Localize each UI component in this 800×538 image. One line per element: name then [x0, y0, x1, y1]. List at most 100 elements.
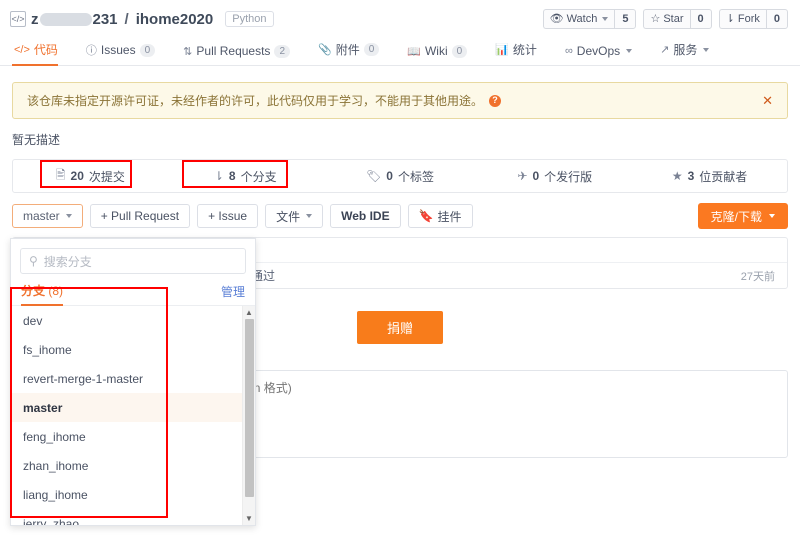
- star-count[interactable]: 0: [689, 9, 712, 29]
- branch-icon: ⇂: [213, 169, 224, 183]
- question-mark-icon[interactable]: ?: [489, 94, 502, 107]
- branch-list-item[interactable]: jerry_zhao: [11, 509, 255, 526]
- chevron-down-icon: [703, 47, 710, 52]
- donate-button[interactable]: 捐赠: [356, 311, 443, 344]
- nav-item-attachments[interactable]: 📎 附件 0: [304, 41, 393, 65]
- fork-icon: ⇂: [725, 12, 735, 25]
- eye-icon: 👁: [549, 12, 564, 25]
- branch-search-input[interactable]: ⚲ 搜索分支: [20, 248, 246, 274]
- branch-list-item[interactable]: zhan_ihome: [11, 451, 255, 480]
- repo-description: 暂无描述: [12, 133, 61, 147]
- stat-label: 次提交: [88, 169, 125, 184]
- tab-branches-label: 分支: [21, 284, 46, 298]
- stat-tags[interactable]: 🏷 0 个标签: [323, 168, 478, 185]
- branch-list-item[interactable]: liang_ihome: [11, 480, 255, 509]
- fork-count[interactable]: 0: [765, 9, 788, 29]
- license-warning-banner: 该仓库未指定开源许可证，未经作者的许可，此代码仅用于学习，不能用于其他用途。 ?…: [12, 82, 788, 119]
- nav-item-wiki[interactable]: 📖 Wiki 0: [393, 44, 481, 65]
- branch-selector-button[interactable]: master: [12, 204, 83, 228]
- stat-label: 个标签: [397, 169, 434, 184]
- close-icon[interactable]: ✕: [762, 93, 773, 109]
- redacted-owner-name: [39, 13, 92, 27]
- nav-item-services[interactable]: ↗ 服务: [646, 41, 723, 65]
- nav-item-label: 附件: [335, 43, 360, 57]
- stat-value: 0: [532, 169, 540, 183]
- file-menu-button[interactable]: 文件: [265, 204, 324, 228]
- bookmark-icon: 🔖: [418, 209, 434, 223]
- paperclip-icon: 📎: [318, 44, 332, 56]
- branch-list-item[interactable]: revert-merge-1-master: [11, 364, 255, 393]
- clone-download-label: 克隆/下载: [710, 209, 762, 224]
- nav-item-pull-requests[interactable]: ⇅ Pull Requests 2: [169, 44, 304, 65]
- star-icon: ☆: [650, 12, 661, 25]
- nav-item-issues[interactable]: ⓘ Issues 0: [72, 42, 169, 65]
- nav-item-devops[interactable]: ∞ DevOps: [551, 44, 646, 65]
- clone-download-button[interactable]: 克隆/下载: [697, 203, 788, 229]
- widget-button[interactable]: 🔖 挂件: [407, 204, 473, 228]
- chevron-down-icon: [769, 214, 775, 218]
- branch-list-item-current[interactable]: master: [11, 393, 255, 422]
- manage-branches-link[interactable]: 管理: [221, 283, 245, 305]
- stat-value: 20: [70, 169, 84, 183]
- nav-item-label: 服务: [673, 43, 698, 57]
- chevron-down-icon: [65, 214, 72, 218]
- tag-icon: 🏷: [366, 169, 382, 183]
- branch-dropdown-tabs: 分支 (8) 管理: [11, 280, 255, 306]
- search-icon: ⚲: [29, 254, 38, 268]
- nav-item-count: 0: [139, 43, 156, 57]
- book-icon: 📖: [407, 45, 421, 58]
- stat-branches[interactable]: ⇂ 8 个分支: [168, 168, 323, 185]
- contributors-icon: ★: [671, 169, 683, 183]
- watch-button[interactable]: 👁 Watch: [542, 9, 615, 29]
- triangle-down-icon[interactable]: ▼: [245, 512, 253, 525]
- repo-title: </> z 231 / ihome2020 Python: [10, 11, 274, 28]
- nav-item-count: 0: [363, 43, 380, 56]
- stat-commits[interactable]: 🖹 20 次提交: [13, 166, 168, 187]
- branch-list-scrollbar[interactable]: ▲ ▼: [242, 306, 255, 525]
- branch-list-item[interactable]: dev: [11, 306, 255, 335]
- star-button[interactable]: ☆ Star: [643, 9, 690, 29]
- stat-label: 个发行版: [544, 169, 593, 184]
- pull-request-icon: ⇅: [183, 45, 193, 58]
- star-label: Star: [663, 12, 684, 25]
- nav-item-label: Wiki: [424, 44, 448, 58]
- code-icon: </>: [14, 43, 30, 56]
- chevron-down-icon: [602, 17, 609, 21]
- nav-item-label: 统计: [512, 43, 537, 57]
- repo-owner-prefix: z: [31, 10, 39, 28]
- stat-value: 0: [386, 169, 393, 183]
- branch-list-item[interactable]: fs_ihome: [11, 335, 255, 364]
- nav-item-statistics[interactable]: 📊 统计: [481, 41, 551, 65]
- branch-list-item[interactable]: feng_ihome: [11, 422, 255, 451]
- stat-contributors[interactable]: ★ 3 位贡献者: [632, 168, 787, 185]
- bar-chart-icon: 📊: [495, 44, 509, 56]
- tab-branches[interactable]: 分支 (8): [21, 282, 64, 306]
- new-pull-request-button[interactable]: + Pull Request: [89, 204, 191, 228]
- stat-releases[interactable]: ✈ 0 个发行版: [477, 168, 632, 185]
- watch-count[interactable]: 5: [614, 9, 637, 29]
- repo-name-link[interactable]: ihome2020: [136, 11, 214, 28]
- triangle-up-icon[interactable]: ▲: [245, 306, 253, 319]
- repo-owner[interactable]: z 231: [31, 11, 118, 28]
- repo-actions: 👁 Watch 5 ☆ Star 0 ⇂ Fork 0: [542, 9, 788, 29]
- stat-label: 位贡献者: [699, 169, 748, 184]
- star-button-group[interactable]: ☆ Star 0: [643, 9, 712, 29]
- nav-item-code[interactable]: </> 代码: [10, 41, 72, 66]
- watch-button-group[interactable]: 👁 Watch 5: [542, 9, 637, 29]
- web-ide-button[interactable]: Web IDE: [330, 204, 401, 228]
- new-issue-button[interactable]: + Issue: [197, 204, 259, 228]
- scrollbar-thumb[interactable]: [244, 319, 254, 497]
- fork-button[interactable]: ⇂ Fork: [718, 9, 766, 29]
- nav-item-label: DevOps: [576, 44, 621, 58]
- fork-label: Fork: [737, 12, 760, 25]
- infinity-icon: ∞: [564, 45, 573, 57]
- branch-dropdown-panel: ⚲ 搜索分支 分支 (8) 管理 dev fs_ihome revert-mer…: [10, 238, 256, 526]
- repo-owner-suffix: 231: [92, 10, 118, 28]
- branch-search-placeholder: 搜索分支: [43, 254, 92, 269]
- stat-value: 8: [228, 169, 236, 183]
- fork-button-group[interactable]: ⇂ Fork 0: [718, 9, 788, 29]
- code-icon: </>: [10, 11, 26, 27]
- repo-header: </> z 231 / ihome2020 Python 👁 Watch 5 ☆ …: [0, 0, 800, 36]
- chevron-down-icon: [306, 214, 313, 218]
- repo-toolbar: master + Pull Request + Issue 文件 Web IDE…: [12, 203, 788, 229]
